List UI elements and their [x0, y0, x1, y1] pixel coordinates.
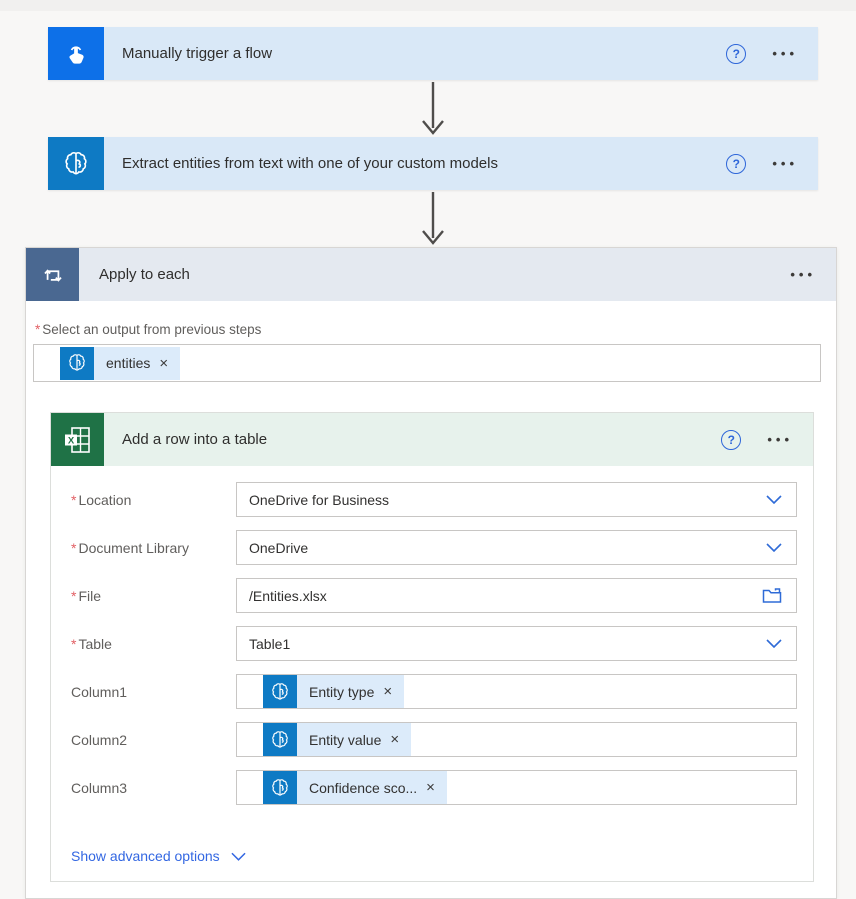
more-menu-icon[interactable]: ••• — [767, 432, 793, 447]
folder-picker-icon[interactable] — [760, 586, 784, 606]
document-library-dropdown[interactable]: OneDrive — [236, 530, 797, 565]
select-output-label: *Select an output from previous steps — [35, 322, 261, 337]
entities-token[interactable]: entities × — [60, 347, 180, 380]
more-menu-icon[interactable]: ••• — [790, 267, 816, 282]
required-asterisk: * — [35, 322, 40, 337]
excel-card-header[interactable]: X Add a row into a table ? ••• — [51, 413, 813, 466]
field-label: *Table — [71, 636, 236, 652]
field-label: *Location — [71, 492, 236, 508]
field-row-column1: Column1 Entity type — [71, 674, 797, 709]
field-label: *Document Library — [71, 540, 236, 556]
chevron-down-icon[interactable] — [764, 541, 784, 554]
file-input[interactable]: /Entities.xlsx — [236, 578, 797, 613]
trigger-card-manually-trigger-flow[interactable]: Manually trigger a flow ? ••• — [48, 27, 818, 80]
select-output-input[interactable]: entities × — [33, 344, 821, 382]
manual-trigger-icon — [48, 27, 104, 80]
chevron-down-icon[interactable] — [764, 493, 784, 506]
field-row-file: *File /Entities.xlsx — [71, 578, 797, 613]
excel-card-body: *Location OneDrive for Business *Documen… — [51, 466, 813, 866]
column3-input[interactable]: Confidence sco... × — [236, 770, 797, 805]
table-dropdown[interactable]: Table1 — [236, 626, 797, 661]
remove-token-icon[interactable]: × — [390, 732, 399, 747]
field-row-column2: Column2 Entity value — [71, 722, 797, 757]
token-label: Entity type — [309, 684, 374, 700]
remove-token-icon[interactable]: × — [383, 684, 392, 699]
excel-add-row-card: X Add a row into a table ? ••• *Location… — [50, 412, 814, 882]
apply-to-each-header[interactable]: Apply to each ••• — [26, 248, 836, 301]
apply-to-each-title: Apply to each — [79, 266, 790, 283]
more-menu-icon[interactable]: ••• — [772, 156, 798, 171]
field-label: Column3 — [71, 780, 236, 796]
extract-card-title: Extract entities from text with one of y… — [104, 155, 726, 172]
connector-arrow — [420, 192, 446, 246]
field-label: Column1 — [71, 684, 236, 700]
connector-arrow — [420, 82, 446, 136]
field-label: *File — [71, 588, 236, 604]
more-menu-icon[interactable]: ••• — [772, 46, 798, 61]
token-label: Entity value — [309, 732, 381, 748]
svg-text:X: X — [67, 435, 74, 446]
field-row-location: *Location OneDrive for Business — [71, 482, 797, 517]
help-icon[interactable]: ? — [726, 44, 746, 64]
entity-value-token[interactable]: Entity value × — [263, 723, 411, 756]
field-value: /Entities.xlsx — [249, 588, 327, 604]
excel-card-title: Add a row into a table — [104, 431, 721, 448]
ai-builder-brain-icon — [60, 347, 94, 380]
token-label: Confidence sco... — [309, 780, 417, 796]
remove-token-icon[interactable]: × — [426, 780, 435, 795]
field-row-table: *Table Table1 — [71, 626, 797, 661]
chevron-down-icon — [231, 852, 246, 861]
ai-builder-brain-icon — [263, 675, 297, 708]
ai-builder-brain-icon — [263, 723, 297, 756]
loop-icon — [26, 248, 79, 301]
show-advanced-options-link[interactable]: Show advanced options — [71, 848, 246, 864]
top-divider — [0, 0, 856, 11]
ai-builder-brain-icon — [48, 137, 104, 190]
chevron-down-icon[interactable] — [764, 637, 784, 650]
column2-input[interactable]: Entity value × — [236, 722, 797, 757]
field-row-column3: Column3 Confidence sco.. — [71, 770, 797, 805]
token-label: entities — [106, 355, 150, 371]
field-value: Table1 — [249, 636, 290, 652]
field-value: OneDrive — [249, 540, 308, 556]
confidence-score-token[interactable]: Confidence sco... × — [263, 771, 447, 804]
apply-to-each-scope: Apply to each ••• *Select an output from… — [25, 247, 837, 899]
help-icon[interactable]: ? — [726, 154, 746, 174]
field-label: Column2 — [71, 732, 236, 748]
ai-builder-brain-icon — [263, 771, 297, 804]
flow-designer-canvas: Manually trigger a flow ? ••• Extract en… — [0, 0, 856, 899]
entity-type-token[interactable]: Entity type × — [263, 675, 404, 708]
column1-input[interactable]: Entity type × — [236, 674, 797, 709]
field-row-document-library: *Document Library OneDrive — [71, 530, 797, 565]
help-icon[interactable]: ? — [721, 430, 741, 450]
field-value: OneDrive for Business — [249, 492, 389, 508]
trigger-card-title: Manually trigger a flow — [104, 45, 726, 62]
remove-token-icon[interactable]: × — [159, 356, 168, 371]
action-card-extract-entities[interactable]: Extract entities from text with one of y… — [48, 137, 818, 190]
location-dropdown[interactable]: OneDrive for Business — [236, 482, 797, 517]
excel-icon: X — [51, 413, 104, 466]
